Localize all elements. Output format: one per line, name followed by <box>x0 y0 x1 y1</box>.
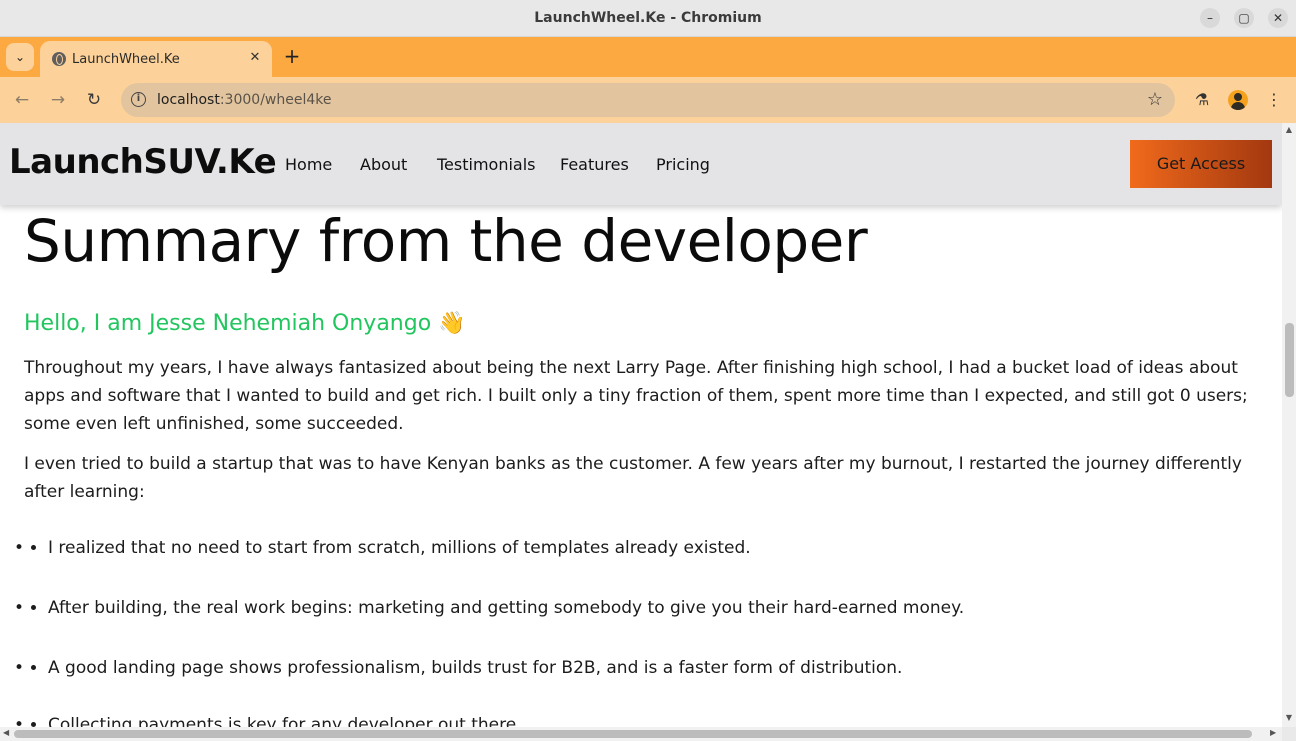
nav-pricing[interactable]: Pricing <box>656 155 710 174</box>
scroll-left-arrow-icon[interactable]: ◀ <box>3 728 9 737</box>
site-brand-logo[interactable]: LaunchSUV.Ke <box>9 142 277 182</box>
bookmark-star-icon[interactable]: ☆ <box>1147 89 1163 110</box>
scroll-up-arrow-icon[interactable]: ▲ <box>1282 125 1296 134</box>
intro-paragraph: Throughout my years, I have always fanta… <box>24 358 1248 434</box>
maximize-button[interactable]: ▢ <box>1234 8 1254 28</box>
scroll-down-arrow-icon[interactable]: ▼ <box>1282 713 1296 722</box>
nav-features[interactable]: Features <box>560 155 629 174</box>
close-window-button[interactable]: ✕ <box>1268 8 1288 28</box>
greeting-heading: Hello, I am Jesse Nehemiah Onyango 👋 <box>24 311 466 336</box>
site-header: LaunchSUV.Ke Home About Testimonials Fea… <box>0 123 1282 205</box>
address-url[interactable]: localhost:3000/wheel4ke <box>157 92 331 108</box>
list-item-text: I realized that no need to start from sc… <box>48 538 751 558</box>
globe-icon <box>52 52 66 66</box>
browser-tab-active[interactable]: LaunchWheel.Ke ✕ <box>40 41 272 77</box>
browser-toolbar: ← → ↻ i localhost:3000/wheel4ke ☆ ⚗ ⋮ <box>0 77 1296 123</box>
nav-testimonials[interactable]: Testimonials <box>437 155 536 174</box>
window-title: LaunchWheel.Ke - Chromium <box>534 10 762 26</box>
horizontal-scrollbar[interactable]: ◀ ▶ <box>0 727 1282 741</box>
tab-strip: ⌄ LaunchWheel.Ke ✕ + <box>0 37 1296 77</box>
scroll-right-arrow-icon[interactable]: ▶ <box>1270 728 1276 737</box>
page-title: Summary from the developer <box>24 207 868 275</box>
reload-button[interactable]: ↻ <box>82 88 106 112</box>
waving-hand-icon: 👋 <box>438 311 466 336</box>
page-viewport: LaunchSUV.Ke Home About Testimonials Fea… <box>0 123 1282 727</box>
vertical-scrollbar[interactable]: ▲ ▼ <box>1282 123 1296 727</box>
tab-close-icon[interactable]: ✕ <box>246 49 264 67</box>
list-item-text: After building, the real work begins: ma… <box>48 598 965 618</box>
url-host: localhost <box>157 92 220 108</box>
get-access-button[interactable]: Get Access <box>1130 140 1272 188</box>
tab-title: LaunchWheel.Ke <box>72 52 180 67</box>
new-tab-button[interactable]: + <box>280 45 304 69</box>
list-item: • After building, the real work begins: m… <box>14 598 965 618</box>
greeting-text: Hello, I am Jesse Nehemiah Onyango <box>24 311 432 336</box>
list-item-text: A good landing page shows professionalis… <box>48 658 903 678</box>
startup-paragraph: I even tried to build a startup that was… <box>24 454 1242 502</box>
bullet: • <box>14 658 25 678</box>
nav-about[interactable]: About <box>360 155 407 174</box>
back-button[interactable]: ← <box>10 88 34 112</box>
minimize-button[interactable]: – <box>1200 8 1220 28</box>
address-bar[interactable]: i localhost:3000/wheel4ke ☆ <box>121 83 1175 117</box>
vertical-scroll-thumb[interactable] <box>1285 323 1294 397</box>
bullet: • <box>14 715 25 727</box>
window-titlebar: LaunchWheel.Ke - Chromium – ▢ ✕ <box>0 0 1296 37</box>
forward-button[interactable]: → <box>46 88 70 112</box>
profile-avatar-icon[interactable] <box>1228 90 1248 110</box>
list-item: • I realized that no need to start from s… <box>14 538 751 558</box>
url-path: :3000/wheel4ke <box>219 92 332 108</box>
site-info-icon[interactable]: i <box>131 92 146 107</box>
list-item-text: Collecting payments is key for any devel… <box>48 715 522 727</box>
bullet: • <box>14 538 25 558</box>
list-item: • Collecting payments is key for any deve… <box>14 715 522 727</box>
browser-menu-icon[interactable]: ⋮ <box>1262 88 1286 112</box>
scrollbar-corner <box>1282 727 1296 741</box>
bullet: • <box>14 598 25 618</box>
nav-home[interactable]: Home <box>285 155 332 174</box>
labs-flask-icon[interactable]: ⚗ <box>1190 88 1214 112</box>
tab-search-button[interactable]: ⌄ <box>6 43 34 71</box>
horizontal-scroll-thumb[interactable] <box>14 730 1252 738</box>
list-item: • A good landing page shows professionali… <box>14 658 903 678</box>
